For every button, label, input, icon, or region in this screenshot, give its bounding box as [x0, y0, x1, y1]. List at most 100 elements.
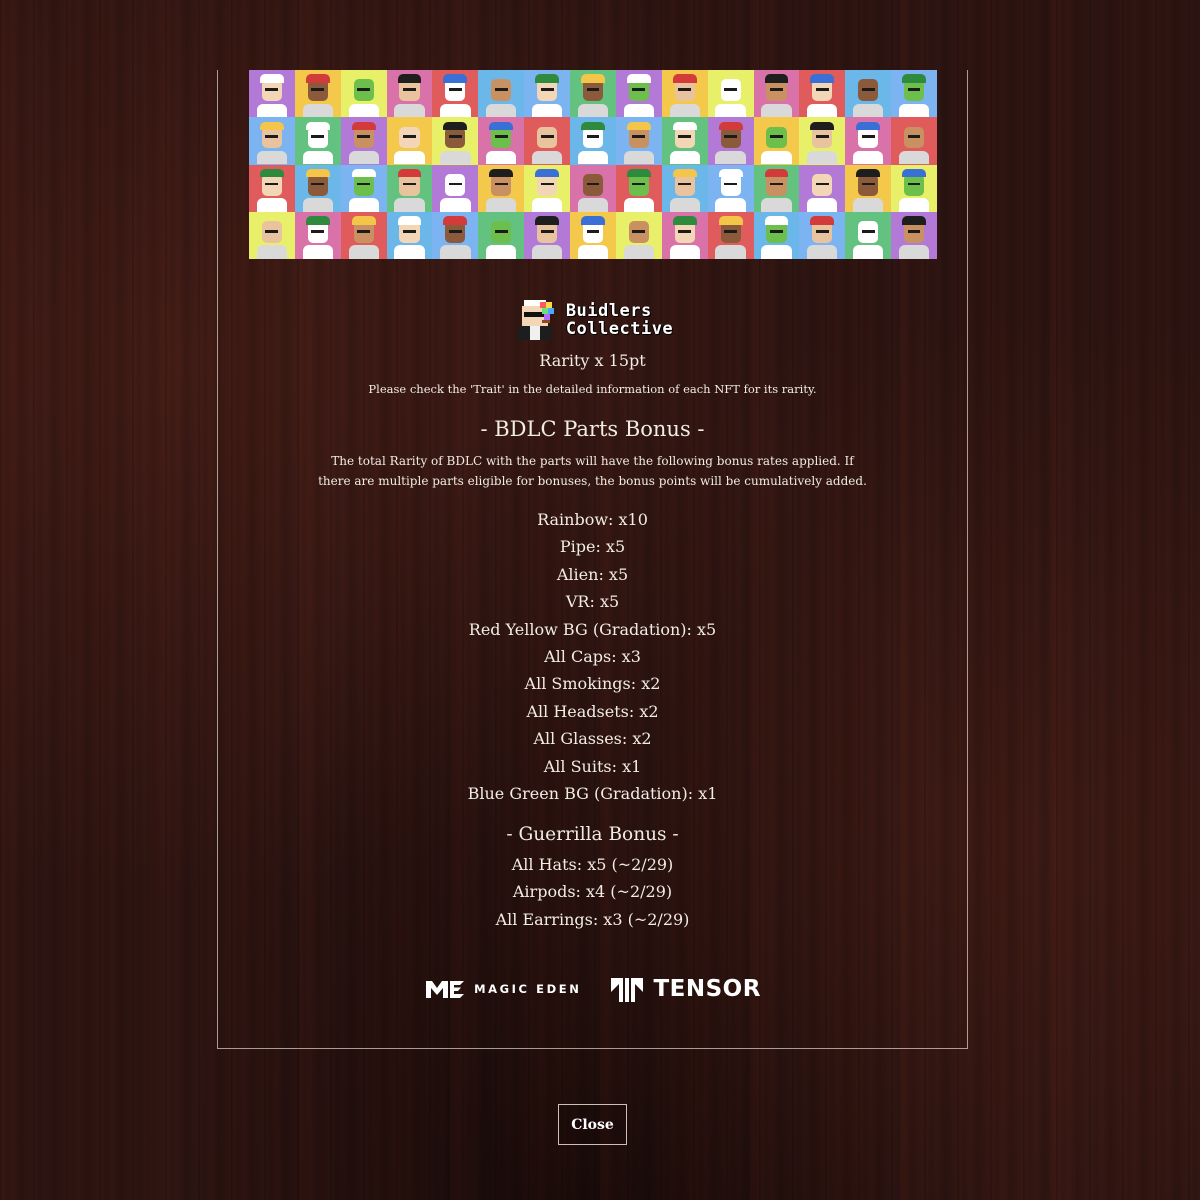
- bonus-item: All Glasses: x2: [533, 729, 652, 749]
- avatar-body: [531, 198, 563, 212]
- avatar-hat: [489, 168, 514, 178]
- avatar-hat: [535, 168, 560, 178]
- avatar-body: [394, 103, 425, 118]
- nft-avatar-tile: [432, 211, 479, 259]
- avatar-face: [353, 173, 374, 196]
- avatar-body: [898, 245, 930, 259]
- avatar-face: [582, 173, 604, 196]
- nft-avatar-tile: [615, 211, 662, 259]
- nft-avatar-tile: [340, 70, 387, 118]
- nft-avatar-tile: [753, 117, 800, 165]
- avatar-hat: [397, 168, 422, 178]
- avatar-body: [302, 245, 333, 259]
- guerrilla-bonus-heading: - Guerrilla Bonus -: [506, 824, 679, 845]
- avatar-body: [348, 103, 379, 118]
- avatar-hat: [810, 121, 835, 130]
- avatar-body: [440, 150, 471, 165]
- avatar-hat: [260, 121, 284, 130]
- avatar-body: [761, 245, 792, 259]
- nft-avatar-tile: [478, 117, 525, 165]
- bonus-item: Alien: x5: [556, 564, 629, 584]
- nft-avatar-tile: [753, 70, 800, 118]
- avatar-hat: [535, 74, 560, 83]
- avatar-body: [623, 150, 654, 165]
- nft-avatar-tile: [294, 164, 341, 212]
- bonus-item: All Smokings: x2: [524, 674, 661, 694]
- nft-avatar-tile: [249, 117, 295, 165]
- avatar-face: [491, 79, 512, 102]
- nft-avatar-tile: [615, 164, 662, 212]
- tensor-link[interactable]: TENSOR: [609, 974, 760, 1004]
- bonus-item: Red Yellow BG (Gradation): x5: [468, 619, 717, 639]
- avatar-body: [577, 245, 609, 259]
- avatar-hat: [810, 74, 835, 83]
- avatar-body: [715, 245, 746, 259]
- guerrilla-bonus-item: Airpods: x4 (~2/29): [512, 882, 673, 902]
- nft-avatar-tile: [386, 117, 433, 165]
- avatar-face: [261, 173, 282, 196]
- avatar-hat: [443, 216, 468, 225]
- avatar-body: [394, 245, 425, 259]
- avatar-hat: [443, 121, 468, 130]
- nft-avatar-tile: [799, 164, 846, 212]
- avatar-body: [853, 150, 884, 165]
- magic-eden-logo-icon: [426, 981, 465, 998]
- nft-avatar-tile: [753, 164, 800, 212]
- avatar-hat: [626, 74, 651, 83]
- avatar-hat: [672, 168, 697, 178]
- nft-avatar-tile: [524, 211, 571, 259]
- avatar-hat: [902, 74, 926, 83]
- avatar-body: [761, 198, 792, 212]
- avatar-hat: [581, 121, 605, 130]
- close-button[interactable]: Close: [558, 1104, 627, 1145]
- avatar-face: [537, 173, 558, 196]
- nft-avatar-tile: [386, 70, 433, 118]
- magic-eden-link[interactable]: MAGIC EDEN: [424, 976, 581, 1002]
- avatar-hat: [672, 74, 697, 83]
- nft-avatar-tile: [340, 117, 387, 165]
- nft-avatar-tile: [249, 70, 295, 118]
- bonus-item: Blue Green BG (Gradation): x1: [467, 783, 718, 803]
- bonus-item: Rainbow: x10: [537, 510, 648, 529]
- nft-avatar-tile: [707, 117, 754, 165]
- avatar-face: [766, 173, 787, 196]
- avatar-hat: [397, 74, 422, 83]
- avatar-body: [394, 198, 425, 212]
- avatar-hat: [260, 74, 284, 83]
- avatar-body: [348, 245, 379, 259]
- avatar-face: [766, 126, 787, 149]
- tensor-label: TENSOR: [653, 976, 761, 1002]
- avatar-face: [858, 221, 879, 243]
- avatar-face: [353, 79, 374, 102]
- avatar-body: [898, 103, 930, 118]
- avatar-face: [537, 126, 558, 149]
- nft-avatar-tile: [753, 211, 800, 259]
- avatar-body: [669, 103, 700, 118]
- nft-avatar-tile: [891, 117, 937, 165]
- avatar-face: [628, 173, 649, 196]
- avatar-hat: [397, 216, 422, 225]
- avatar-body: [256, 245, 288, 259]
- bdlc-bonus-description: The total Rarity of BDLC with the parts …: [318, 454, 867, 488]
- tensor-logo-icon: [611, 978, 644, 1002]
- nft-avatar-tile: [386, 164, 433, 212]
- nft-avatar-tile: [294, 211, 341, 259]
- avatar-hat: [672, 216, 697, 225]
- nft-avatar-tile: [661, 70, 708, 118]
- nft-avatar-tile: [891, 211, 937, 259]
- avatar-hat: [305, 121, 330, 130]
- avatar-body: [348, 150, 379, 165]
- avatar-hat: [718, 168, 743, 178]
- avatar-face: [261, 221, 282, 243]
- avatar-hat: [764, 168, 789, 178]
- avatar-face: [399, 173, 420, 196]
- avatar-body: [577, 198, 609, 212]
- nft-avatar-tile: [799, 70, 846, 118]
- avatar-body: [577, 103, 609, 118]
- nft-avatar-tile: [478, 164, 525, 212]
- nft-avatar-tile: [845, 211, 892, 259]
- bdlc-parts-bonus-heading: - BDLC Parts Bonus -: [480, 417, 705, 441]
- bonus-item: All Caps: x3: [544, 646, 641, 666]
- nft-avatar-tile: [845, 164, 892, 212]
- nft-avatar-tile: [478, 211, 525, 259]
